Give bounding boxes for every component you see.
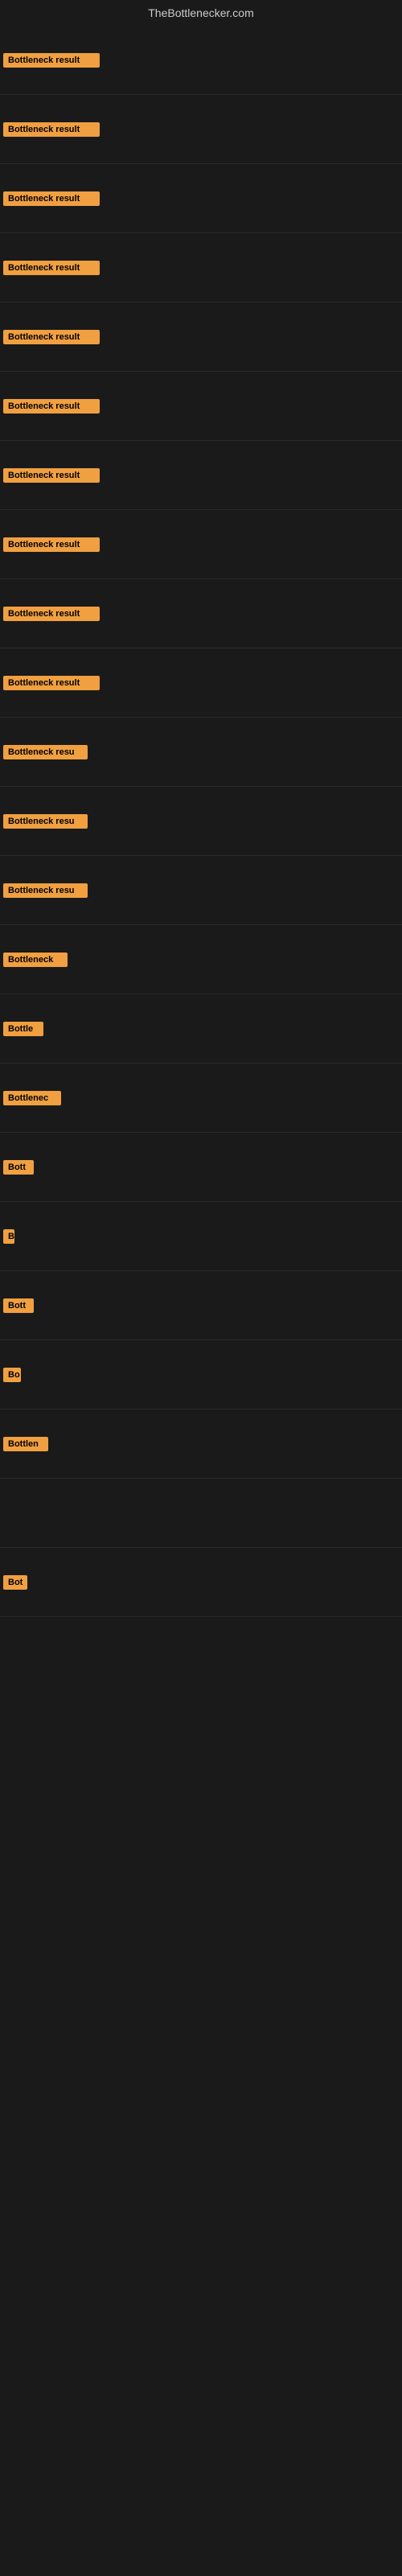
bottleneck-badge: Bot: [3, 1575, 27, 1590]
result-row: Bottleneck result: [0, 372, 402, 441]
result-row: Bot: [0, 1548, 402, 1617]
bottleneck-badge: Bottleneck resu: [3, 745, 88, 759]
result-row: Bottleneck result: [0, 648, 402, 718]
result-row: Bottleneck resu: [0, 718, 402, 787]
bottleneck-badge: Bottleneck result: [3, 122, 100, 137]
result-row: Bottleneck: [0, 925, 402, 994]
bottleneck-badge: Bottleneck resu: [3, 814, 88, 829]
result-row: Bottleneck resu: [0, 856, 402, 925]
result-row: Bottleneck result: [0, 302, 402, 372]
result-row: Bottlenec: [0, 1064, 402, 1133]
bottleneck-badge: Bottleneck result: [3, 53, 100, 68]
result-row: Bott: [0, 1133, 402, 1202]
result-row: Bottleneck result: [0, 95, 402, 164]
result-row: Bottleneck result: [0, 441, 402, 510]
bottleneck-badge: Bottle: [3, 1022, 43, 1036]
results-container: Bottleneck result Bottleneck result Bottle…: [0, 26, 402, 2576]
bottleneck-badge: Bottlen: [3, 1437, 48, 1451]
result-row: B: [0, 1202, 402, 1271]
result-row: Bottleneck result: [0, 233, 402, 302]
result-row: Bottleneck result: [0, 510, 402, 579]
bottleneck-badge: Bottleneck result: [3, 537, 100, 552]
bottleneck-badge: Bottlenec: [3, 1091, 61, 1105]
result-row: Bottle: [0, 994, 402, 1064]
result-row: [0, 1479, 402, 1548]
bottleneck-badge: B: [3, 1229, 14, 1244]
bottom-spacer: [0, 1617, 402, 2576]
result-row: Bo: [0, 1340, 402, 1409]
bottleneck-badge: Bottleneck result: [3, 191, 100, 206]
result-row: Bottleneck result: [0, 164, 402, 233]
bottleneck-badge: Bo: [3, 1368, 21, 1382]
bottleneck-badge: Bottleneck: [3, 953, 68, 967]
result-row: Bott: [0, 1271, 402, 1340]
result-row: Bottleneck result: [0, 26, 402, 95]
bottleneck-badge: Bottleneck result: [3, 261, 100, 275]
bottleneck-badge: Bottleneck result: [3, 399, 100, 414]
bottleneck-badge: Bottleneck resu: [3, 883, 88, 898]
bottleneck-badge: Bottleneck result: [3, 607, 100, 621]
bottleneck-badge: Bottleneck result: [3, 330, 100, 344]
bottleneck-badge: Bott: [3, 1298, 34, 1313]
bottleneck-badge: Bottleneck result: [3, 676, 100, 690]
site-title: TheBottlenecker.com: [0, 0, 402, 26]
result-row: Bottlen: [0, 1409, 402, 1479]
result-row: Bottleneck resu: [0, 787, 402, 856]
result-row: Bottleneck result: [0, 579, 402, 648]
bottleneck-badge: Bott: [3, 1160, 34, 1175]
bottleneck-badge: Bottleneck result: [3, 468, 100, 483]
